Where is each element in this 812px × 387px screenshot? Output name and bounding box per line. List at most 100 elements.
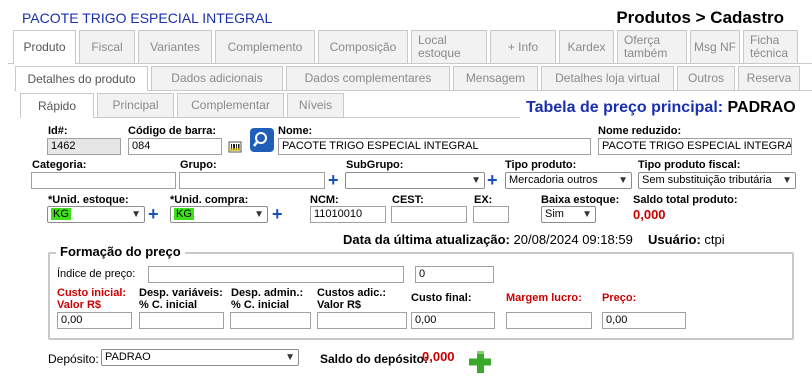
tab-dados-complementares[interactable]: Dados complementares xyxy=(286,66,450,90)
tab-mais-info[interactable]: + Info xyxy=(490,30,556,63)
tab-composicao[interactable]: Composição xyxy=(318,30,408,63)
tab-fiscal[interactable]: Fiscal xyxy=(79,30,135,63)
tab-complemento[interactable]: Complemento xyxy=(215,30,315,63)
tab-msg-nf[interactable]: Msg NF xyxy=(690,30,740,63)
price-input[interactable]: 0,00 xyxy=(602,312,686,329)
tab-detalhes-loja-virtual[interactable]: Detalhes loja virtual xyxy=(541,66,674,90)
add-deposit-button[interactable] xyxy=(467,349,493,375)
final-cost-label: Custo final: xyxy=(411,292,472,304)
user-value: ctpi xyxy=(704,232,725,247)
price-index-input[interactable] xyxy=(148,266,404,283)
last-update-value: 20/08/2024 09:18:59 xyxy=(513,232,633,247)
tab-local-estoque[interactable]: Local estoque xyxy=(411,30,487,63)
price-index-code[interactable]: 0 xyxy=(415,266,494,283)
ncm-input[interactable]: 11010010 xyxy=(310,206,386,223)
ex-input[interactable] xyxy=(473,206,509,223)
search-button[interactable] xyxy=(250,128,274,152)
name-input[interactable]: PACOTE TRIGO ESPECIAL INTEGRAL xyxy=(278,138,591,155)
cest-input[interactable] xyxy=(391,206,467,223)
barcode-icon[interactable] xyxy=(228,140,242,154)
product-type-select[interactable]: Mercadoria outros ▼ xyxy=(505,172,632,189)
var-exp-label: Desp. variáveis: xyxy=(139,287,223,299)
extra-cost-unit: Valor R$ xyxy=(317,299,362,311)
tab-detalhes-produto[interactable]: Detalhes do produto xyxy=(15,66,148,91)
tab-outros[interactable]: Outros xyxy=(677,66,735,90)
fiscal-type-label: Tipo produto fiscal: xyxy=(638,159,741,171)
tab-label: Mensagem xyxy=(465,71,526,85)
margin-label: Margem lucro: xyxy=(506,292,582,304)
tab-variantes[interactable]: Variantes xyxy=(138,30,212,63)
final-cost-input[interactable]: 0,00 xyxy=(411,312,495,329)
stock-drop-select[interactable]: Sim ▼ xyxy=(541,206,596,223)
category-input[interactable] xyxy=(31,172,176,189)
admin-exp-label: Desp. admin.: xyxy=(231,287,304,299)
tab-dados-adicionais[interactable]: Dados adicionais xyxy=(151,66,283,90)
last-update: Data da última atualização: 20/08/2024 0… xyxy=(343,232,725,247)
user-label: Usuário: xyxy=(648,232,701,247)
group-input[interactable] xyxy=(179,172,325,189)
chevron-down-icon: ▼ xyxy=(254,209,264,220)
product-title: PACOTE TRIGO ESPECIAL INTEGRAL xyxy=(22,10,273,26)
chevron-down-icon: ▼ xyxy=(471,175,481,186)
admin-exp-unit: % C. inicial xyxy=(231,299,290,311)
tab-reserva[interactable]: Reserva xyxy=(738,66,800,90)
add-group-button[interactable]: + xyxy=(328,171,339,189)
tab-complementar[interactable]: Complementar xyxy=(177,93,284,117)
tab-label: Kardex xyxy=(567,39,606,54)
deposit-value: PADRAO xyxy=(105,351,151,363)
stock-total-label: Saldo total produto: xyxy=(633,194,738,206)
stock-unit-select[interactable]: KG ▼ xyxy=(47,206,145,223)
tab-rapido[interactable]: Rápido xyxy=(20,93,94,118)
purchase-unit-select[interactable]: KG ▼ xyxy=(170,206,268,223)
extra-cost-label: Custos adic.: xyxy=(317,287,387,299)
chevron-down-icon: ▼ xyxy=(782,175,792,186)
plus-icon xyxy=(469,351,491,373)
var-exp-unit: % C. inicial xyxy=(139,299,198,311)
var-exp-input[interactable] xyxy=(139,312,224,329)
tabs-l3-baseline xyxy=(20,117,520,118)
tab-label: + Info xyxy=(507,39,539,54)
tab-label: Fiscal xyxy=(91,39,123,54)
category-label: Categoria: xyxy=(32,159,87,171)
add-subgroup-button[interactable]: + xyxy=(487,171,498,189)
add-purchase-unit-button[interactable]: + xyxy=(272,205,283,223)
short-name-label: Nome reduzido: xyxy=(598,125,682,137)
tab-label: Ficha técnica xyxy=(750,33,789,60)
chevron-down-icon: ▼ xyxy=(131,209,141,220)
product-type-value: Mercadoria outros xyxy=(509,174,598,186)
deposit-select[interactable]: PADRAO ▼ xyxy=(101,349,299,366)
tab-label: Variantes xyxy=(150,39,200,54)
stock-total-value: 0,000 xyxy=(633,207,666,222)
barcode-label: Código de barra: xyxy=(128,125,217,137)
tab-mensagem[interactable]: Mensagem xyxy=(453,66,538,90)
tab-principal[interactable]: Principal xyxy=(97,93,174,117)
product-type-label: Tipo produto: xyxy=(505,159,577,171)
tab-oferca-tambem[interactable]: Oferça também xyxy=(617,30,687,63)
purchase-unit-value: KG xyxy=(174,208,194,220)
id-field: 1462 xyxy=(47,138,121,155)
tab-label: Outros xyxy=(687,71,724,85)
tab-kardex[interactable]: Kardex xyxy=(559,30,614,63)
tabs-l1-baseline xyxy=(8,63,812,64)
add-stock-unit-button[interactable]: + xyxy=(148,205,159,223)
id-label: Id#: xyxy=(48,125,68,137)
tab-ficha-tecnica[interactable]: Ficha técnica xyxy=(743,30,798,63)
barcode-input[interactable]: 084 xyxy=(128,138,222,155)
tab-label: Oferça também xyxy=(624,33,668,60)
admin-exp-input[interactable] xyxy=(230,312,311,329)
price-index-label: Índice de preço: xyxy=(57,268,136,280)
tab-produto[interactable]: Produto xyxy=(13,30,76,64)
deposit-balance-value: 0,000 xyxy=(422,349,455,364)
initial-cost-input[interactable]: 0,00 xyxy=(57,312,132,329)
subgroup-select[interactable]: ▼ xyxy=(345,172,485,189)
initial-cost-unit: Valor R$ xyxy=(57,299,102,311)
fiscal-type-select[interactable]: Sem substituição tributária ▼ xyxy=(638,172,796,189)
tab-label: Detalhes loja virtual xyxy=(555,71,660,85)
extra-cost-input[interactable] xyxy=(317,312,407,329)
tab-niveis[interactable]: Níveis xyxy=(287,93,344,117)
tab-label: Msg NF xyxy=(694,39,736,54)
short-name-input[interactable]: PACOTE TRIGO ESPECIAL INTEGRA xyxy=(598,138,792,155)
margin-input[interactable] xyxy=(506,312,592,329)
tab-label: Complementar xyxy=(191,98,270,112)
breadcrumb: Produtos > Cadastro xyxy=(616,8,784,27)
